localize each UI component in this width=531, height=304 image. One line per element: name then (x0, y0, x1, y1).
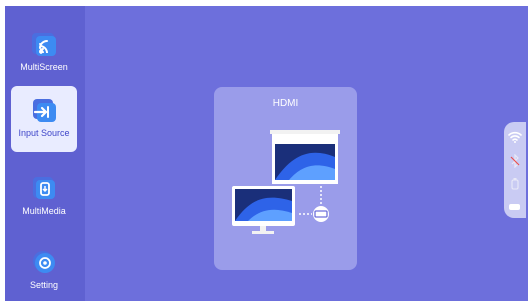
sidebar: MultiScreen Input Source MultiMedia Sett… (5, 6, 85, 301)
sidebar-item-label: Input Source (18, 128, 70, 138)
wifi-icon (508, 131, 522, 143)
sidebar-item-label: MultiMedia (22, 206, 66, 216)
usb-disconnected-icon (511, 178, 519, 190)
battery-icon (509, 204, 520, 210)
hdmi-connection-illustration (232, 130, 340, 234)
bluetooth-icon (510, 154, 520, 168)
sidebar-item-multimedia[interactable]: MultiMedia (11, 164, 77, 230)
cast-icon (32, 33, 56, 56)
gear-icon (33, 251, 55, 273)
screen: MultiScreen Input Source MultiMedia Sett… (5, 6, 528, 301)
sidebar-item-input-source[interactable]: Input Source (11, 86, 77, 152)
sidebar-item-label: MultiScreen (20, 62, 68, 72)
sidebar-item-setting[interactable]: Setting (11, 238, 77, 301)
usb-icon (33, 177, 55, 199)
status-panel (504, 122, 526, 218)
sidebar-item-label: Setting (29, 280, 59, 290)
hdmi-source-card[interactable]: HDMI (214, 87, 357, 270)
input-source-icon (33, 99, 56, 122)
sidebar-item-multiscreen[interactable]: MultiScreen (11, 20, 77, 86)
